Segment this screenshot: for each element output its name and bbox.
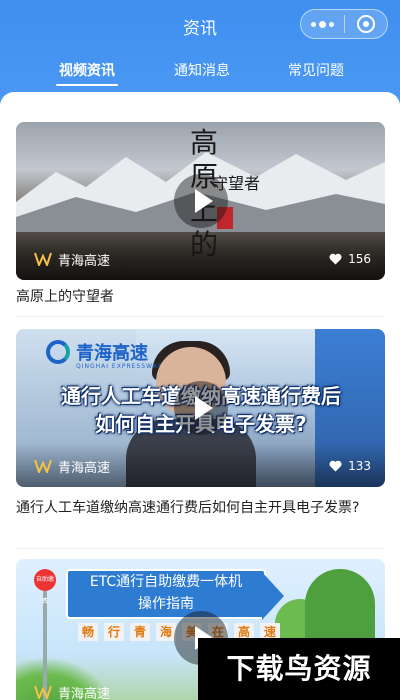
qinghai-logo-icon [46,340,70,364]
road-sign-line-1: ETC通行自助缴费一体机 [89,574,243,590]
qinghai-expressway-logo-icon [34,685,52,699]
play-icon[interactable] [173,381,228,435]
play-icon[interactable] [173,174,228,228]
mini-program-capsule [300,9,388,39]
mini-program-close-icon[interactable] [345,10,387,38]
tab-video-news[interactable]: 视频资讯 [56,60,118,86]
road-sign-line-2: 操作指南 [138,596,194,612]
video-source: 青海高速 [34,250,110,269]
video-card-1[interactable]: 高原上的 守望者 青海高速 156 [16,122,385,280]
heart-icon [329,253,342,265]
like-count[interactable]: 133 [329,457,371,475]
video-source: 青海高速 [34,457,110,476]
video-card-2[interactable]: 青海高速 QINGHAI EXPRESSWAY 通行人工车道缴纳高速通行费后 如… [16,329,385,487]
qinghai-expressway-logo-icon [34,459,52,473]
video-caption-1[interactable]: 高原上的守望者 [16,285,386,309]
brand-subtitle: QINGHAI EXPRESSWAY [76,363,162,370]
self-pay-badge: 自助缴费 [34,569,56,605]
list-divider [16,548,385,549]
watermark-overlay: 下载鸟资源 [198,638,400,700]
brand-logo: 青海高速 [46,339,148,365]
tab-notifications[interactable]: 通知消息 [172,60,232,86]
active-tab-underline [56,84,118,86]
qinghai-expressway-logo-icon [34,252,52,266]
heart-icon [329,460,342,472]
list-divider [16,316,385,317]
tab-faq[interactable]: 常见问题 [286,60,346,86]
video-caption-2[interactable]: 通行人工车道缴纳高速通行费后如何自主开具电子发票? [16,496,386,520]
more-dots-icon[interactable] [301,10,344,38]
video-source: 青海高速 [34,683,110,700]
like-count[interactable]: 156 [329,250,371,268]
tab-bar: 视频资讯 通知消息 常见问题 [0,60,400,88]
